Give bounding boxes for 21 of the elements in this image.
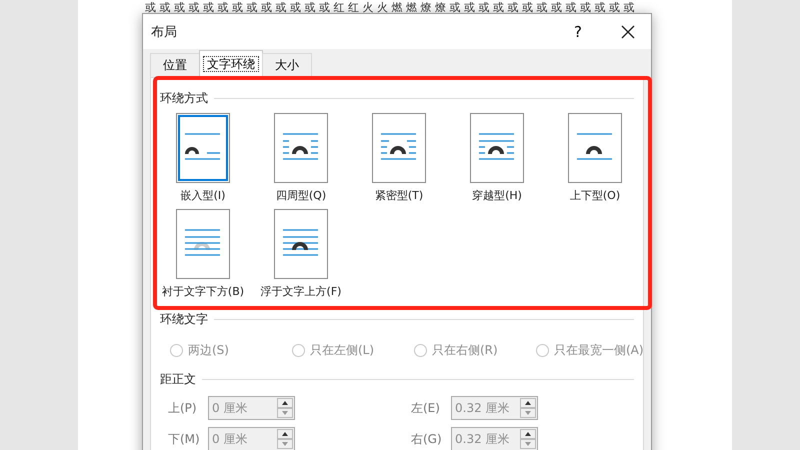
section-heading: 环绕文字 xyxy=(160,311,208,328)
wrap-style-button[interactable]: 穿越型(H) xyxy=(448,113,546,203)
wrap-style-button[interactable]: 衬于文字下方(B) xyxy=(154,209,252,299)
wrap-style-button[interactable]: 四周型(Q) xyxy=(252,113,350,203)
document-text: 或或或或或或或或或或或或或红红火火燃燃燎燎或或或或或或或或或或或或或 xyxy=(145,2,638,14)
window-title: 布局 xyxy=(150,24,178,40)
section-heading: 环绕方式 xyxy=(160,90,208,107)
tab[interactable]: 大小 xyxy=(262,53,312,77)
field-label: 上(P) xyxy=(168,400,198,416)
wrap-style-button[interactable]: 嵌入型(I) xyxy=(154,113,252,203)
field-label: 下(M) xyxy=(168,430,201,448)
wrap-style-button[interactable]: 上下型(O) xyxy=(546,113,644,203)
help-button[interactable]: ? xyxy=(555,14,601,49)
wrap-style-button[interactable]: 紧密型(T) xyxy=(350,113,448,203)
tab[interactable]: 文字环绕 xyxy=(199,50,263,77)
field-label: 左(E) xyxy=(411,400,441,416)
section-heading: 距正文 xyxy=(160,371,196,388)
close-icon xyxy=(621,24,635,38)
field-label: 右(G) xyxy=(411,430,443,448)
wrap-style-button[interactable]: 浮于文字上方(F) xyxy=(252,209,350,299)
tab[interactable]: 位置 xyxy=(150,53,200,77)
